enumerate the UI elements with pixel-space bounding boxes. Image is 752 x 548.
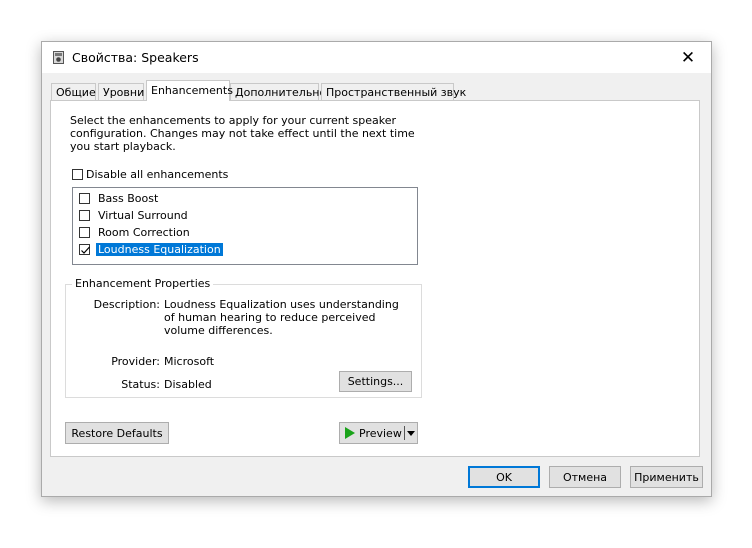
tab-label: Общие [56, 86, 96, 99]
tab-general[interactable]: Общие [51, 83, 96, 100]
checkmark-icon [81, 246, 90, 254]
apply-button[interactable]: Применить [630, 466, 703, 488]
chevron-down-icon[interactable] [407, 431, 415, 436]
disable-all-checkbox[interactable] [72, 169, 83, 180]
tab-label: Пространственный звук [326, 86, 467, 99]
list-item-bass-boost[interactable]: Bass Boost [77, 190, 277, 207]
group-title: Enhancement Properties [72, 277, 214, 290]
tab-advanced[interactable]: Дополнительно [230, 83, 326, 100]
list-item-label: Room Correction [98, 226, 190, 239]
list-item-virtual-surround[interactable]: Virtual Surround [77, 207, 277, 224]
enhancement-properties-group: Enhancement Properties Description: Loud… [65, 277, 422, 398]
enhancements-list[interactable]: Bass Boost Virtual Surround Room Correct… [72, 187, 418, 265]
title-bar: Свойства: Speakers ✕ [42, 42, 711, 73]
restore-defaults-button[interactable]: Restore Defaults [65, 422, 169, 444]
speaker-icon [53, 51, 64, 64]
ok-button[interactable]: OK [468, 466, 540, 488]
description-label: Description: [93, 298, 160, 311]
disable-all-label: Disable all enhancements [86, 168, 229, 181]
tab-spatial-sound[interactable]: Пространственный звук [321, 83, 466, 100]
list-item-label: Loudness Equalization [96, 243, 223, 256]
play-icon [345, 427, 355, 439]
tab-label: Уровни [103, 86, 145, 99]
tab-levels[interactable]: Уровни [98, 83, 144, 100]
status-value: Disabled [164, 378, 212, 391]
preview-button[interactable]: Preview [339, 422, 418, 444]
list-item-label: Virtual Surround [98, 209, 188, 222]
tab-enhancements[interactable]: Enhancements [146, 80, 233, 101]
provider-label: Provider: [111, 355, 160, 368]
list-item-room-correction[interactable]: Room Correction [77, 224, 277, 241]
preview-label: Preview [359, 426, 402, 440]
cancel-button[interactable]: Отмена [549, 466, 621, 488]
enhancements-panel: Select the enhancements to apply for you… [50, 100, 700, 457]
window-title: Свойства: Speakers [72, 50, 199, 65]
virtual-surround-checkbox[interactable] [79, 210, 90, 221]
preview-divider [404, 426, 405, 440]
status-label: Status: [121, 378, 160, 391]
tab-label: Дополнительно [235, 86, 327, 99]
list-item-loudness-equalization[interactable]: Loudness Equalization [77, 241, 277, 258]
loudness-equalization-checkbox[interactable] [79, 244, 90, 255]
settings-button[interactable]: Settings... [339, 371, 412, 392]
provider-value: Microsoft [164, 355, 215, 368]
close-icon: ✕ [680, 47, 696, 68]
enhancements-description: Select the enhancements to apply for you… [70, 114, 415, 153]
list-item-label: Bass Boost [98, 192, 159, 205]
bass-boost-checkbox[interactable] [79, 193, 90, 204]
room-correction-checkbox[interactable] [79, 227, 90, 238]
tab-label: Enhancements [151, 84, 233, 97]
description-value: Loudness Equalization uses understanding… [164, 298, 399, 337]
close-button[interactable]: ✕ [665, 42, 711, 73]
properties-window: Свойства: Speakers ✕ Общие Уровни Enhanc… [41, 41, 712, 497]
